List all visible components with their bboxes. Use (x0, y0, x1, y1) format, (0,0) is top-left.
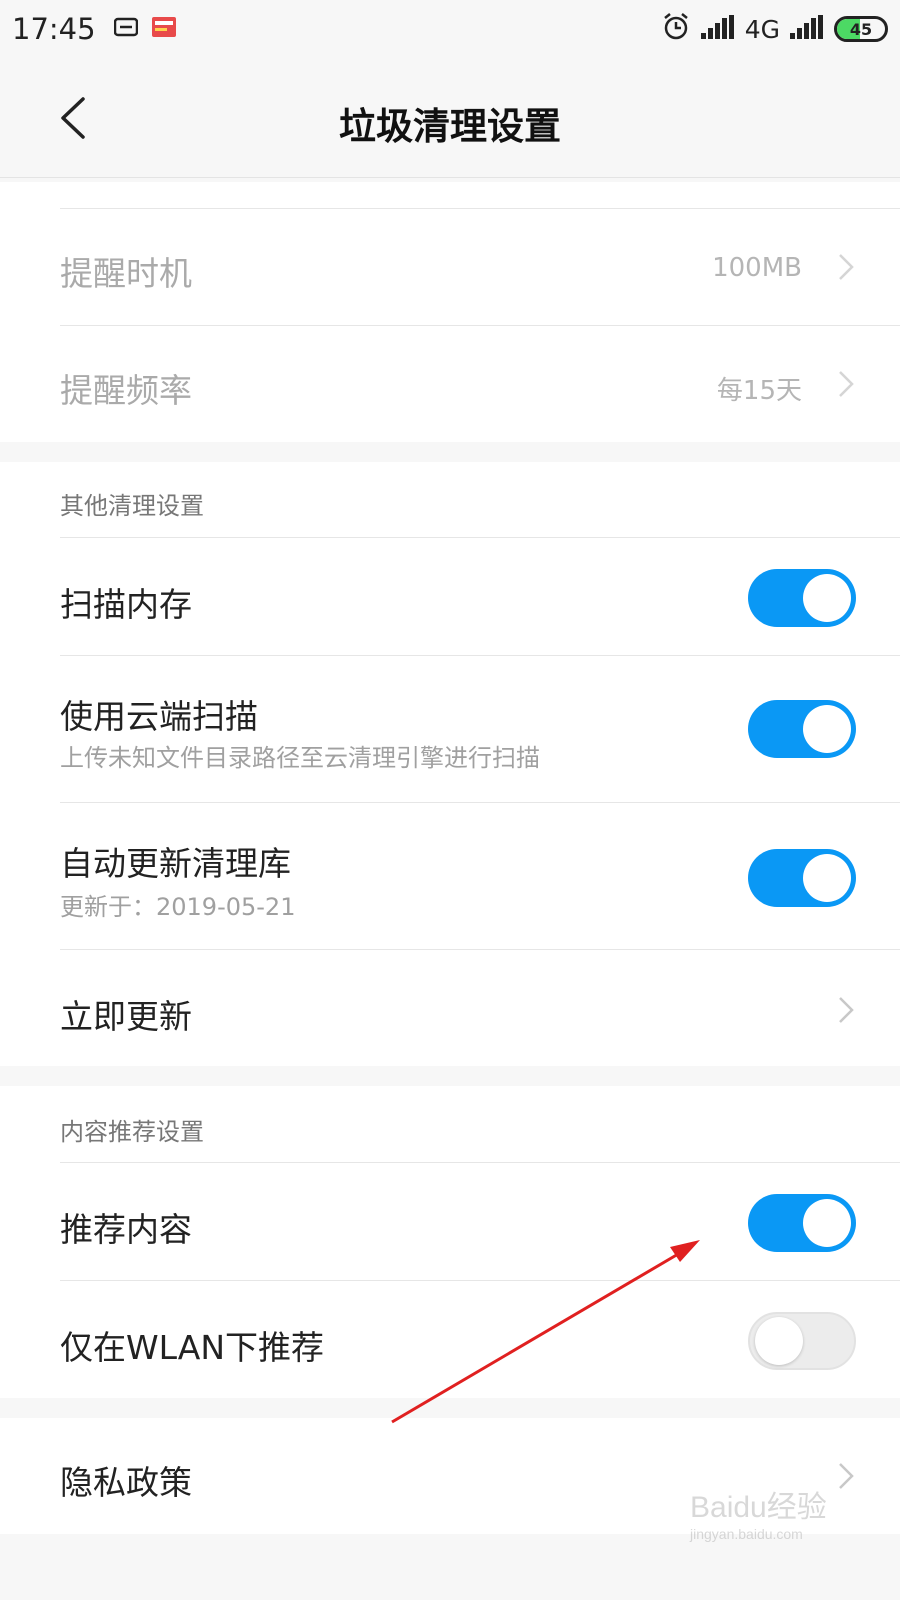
reminder-timing-value: 100MB (712, 253, 802, 283)
battery-icon: 45 (834, 16, 888, 42)
cloud-scan-description: 上传未知文件目录路径至云清理引擎进行扫描 (60, 744, 540, 772)
cloud-scan-label: 使用云端扫描 (60, 697, 258, 736)
chevron-right-icon (838, 996, 854, 1024)
cloud-scan-toggle[interactable] (748, 700, 856, 758)
chevron-right-icon (838, 253, 854, 281)
section-title-recommend: 内容推荐设置 (60, 1118, 204, 1146)
battery-level: 45 (849, 19, 873, 39)
watermark-url: jingyan.baidu.com (690, 1526, 803, 1542)
watermark-text: Baidu经验 (690, 1491, 827, 1524)
auto-update-date: 更新于：2019-05-21 (60, 893, 296, 921)
auto-update-label: 自动更新清理库 (60, 844, 291, 883)
status-time: 17:45 (12, 12, 96, 46)
update-now-label: 立即更新 (60, 997, 192, 1036)
scan-memory-label: 扫描内存 (60, 585, 192, 624)
recommend-content-label: 推荐内容 (60, 1210, 192, 1249)
wlan-only-label: 仅在WLAN下推荐 (60, 1328, 325, 1367)
signal-icon-2 (790, 15, 824, 43)
update-now-row[interactable]: 立即更新 (60, 949, 900, 1066)
page-title: 垃圾清理设置 (339, 105, 561, 148)
status-bar: 17:45 4G 45 (0, 0, 900, 58)
recommend-settings-card: 内容推荐设置 推荐内容 仅在WLAN下推荐 (0, 1086, 900, 1398)
privacy-policy-label: 隐私政策 (60, 1463, 192, 1502)
reminder-timing-row[interactable]: 提醒时机 100MB (60, 208, 900, 325)
auto-update-toggle[interactable] (748, 849, 856, 907)
network-type: 4G (744, 14, 780, 44)
reminder-card: 提醒时机 100MB 提醒频率 每15天 (0, 182, 900, 442)
scan-memory-toggle[interactable] (748, 569, 856, 627)
chevron-right-icon (838, 370, 854, 398)
section-title-other: 其他清理设置 (60, 492, 204, 520)
alarm-icon (661, 12, 691, 46)
wlan-only-toggle[interactable] (748, 1312, 856, 1370)
signal-icon (700, 15, 735, 43)
auto-update-row[interactable]: 自动更新清理库 更新于：2019-05-21 (60, 802, 900, 949)
recommend-content-toggle[interactable] (748, 1194, 856, 1252)
baidu-watermark: Baidu经验 jingyan.baidu.com (680, 1478, 850, 1550)
reminder-frequency-value: 每15天 (716, 376, 802, 406)
toutiao-app-icon (151, 15, 176, 43)
recommend-content-row[interactable]: 推荐内容 (60, 1162, 900, 1280)
other-settings-card: 其他清理设置 扫描内存 使用云端扫描 上传未知文件目录路径至云清理引擎进行扫描 … (0, 462, 900, 1066)
scan-memory-row[interactable]: 扫描内存 (60, 537, 900, 655)
cloud-scan-row[interactable]: 使用云端扫描 上传未知文件目录路径至云清理引擎进行扫描 (60, 655, 900, 802)
reminder-timing-label: 提醒时机 (60, 254, 192, 293)
app-header: 垃圾清理设置 (0, 58, 900, 178)
reminder-frequency-label: 提醒频率 (60, 371, 192, 410)
wlan-only-row[interactable]: 仅在WLAN下推荐 (60, 1280, 900, 1398)
reminder-frequency-row[interactable]: 提醒频率 每15天 (60, 325, 900, 442)
voicemail-icon (113, 17, 138, 41)
